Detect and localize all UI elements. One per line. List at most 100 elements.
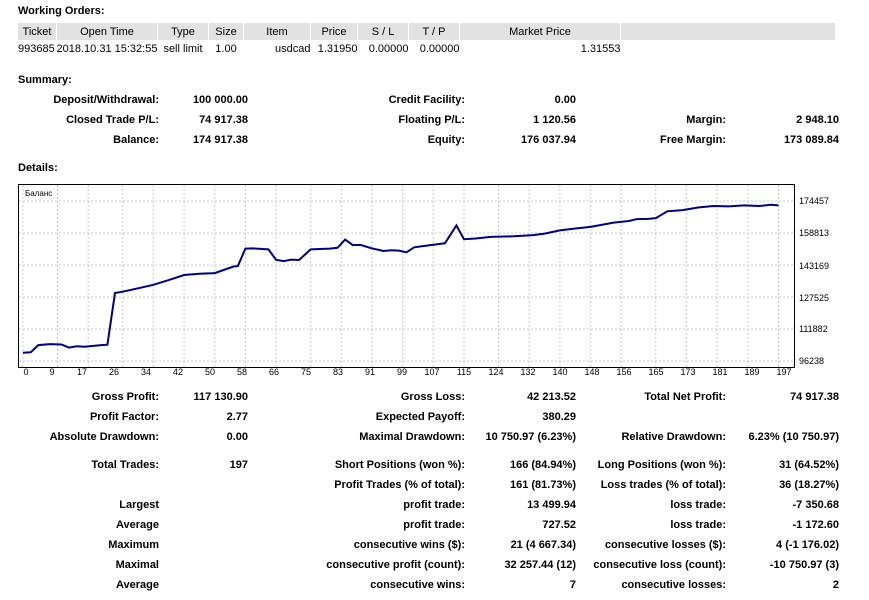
col-type[interactable]: Type (157, 23, 209, 40)
x-tick-label: 181 (712, 367, 728, 377)
x-tick-label: 189 (744, 367, 760, 377)
col-open-time[interactable]: Open Time (56, 23, 158, 40)
cell-type: sell limit (163, 43, 203, 55)
closed-pl-value: 74 917.38 (199, 114, 248, 126)
free-margin-value: 173 089.84 (783, 134, 839, 146)
y-tick-label: 111882 (799, 324, 828, 334)
profit-trades-value: 161 (81.73%) (509, 479, 576, 491)
x-tick-label: 83 (332, 367, 343, 377)
avg-consec-wins-label: consecutive wins: (370, 579, 465, 591)
balance-chart: Баланс (18, 184, 795, 368)
table-row[interactable]: 993685 2018.10.31 15:32:55 sell limit 1.… (18, 40, 836, 58)
col-sl[interactable]: S / L (357, 23, 409, 40)
gross-profit-value: 117 130.90 (193, 391, 248, 403)
x-tick-label: 115 (456, 367, 472, 377)
average2-label: Average (115, 579, 159, 591)
gross-loss-label: Gross Loss: (400, 391, 465, 403)
maximal-consec-loss-value: -10 750.97 (3) (769, 559, 839, 571)
col-market-price[interactable]: Market Price (459, 23, 621, 40)
short-positions-label: Short Positions (won %): (334, 459, 465, 471)
long-positions-label: Long Positions (won %): (597, 459, 726, 471)
credit-value: 0.00 (554, 94, 576, 106)
avg-consec-losses-value: 2 (832, 579, 839, 591)
y-tick-label: 96238 (799, 356, 825, 366)
x-tick-label: 132 (520, 367, 536, 377)
x-tick-label: 58 (236, 367, 247, 377)
maximal-drawdown-value: 10 750.97 (6.23%) (485, 431, 576, 443)
cell-item: usdcad (275, 43, 311, 55)
maximal-consec-loss-label: consecutive loss (count): (593, 559, 726, 571)
free-margin-label: Free Margin: (659, 134, 726, 146)
working-orders-table: Ticket Open Time Type Size Item Price S … (18, 23, 836, 58)
x-tick-label: 140 (552, 367, 568, 377)
x-tick-label: 9 (49, 367, 55, 377)
cell-empty (621, 40, 836, 58)
maximum-label: Maximum (108, 539, 159, 551)
total-trades-value: 197 (229, 459, 248, 471)
x-tick-label: 197 (776, 367, 792, 377)
max-consec-wins-label: consecutive wins ($): (353, 539, 465, 551)
x-tick-label: 66 (268, 367, 279, 377)
credit-label: Credit Facility: (388, 94, 465, 106)
cell-price: 1.31950 (317, 43, 358, 55)
col-tp[interactable]: T / P (408, 23, 460, 40)
col-ticket[interactable]: Ticket (18, 23, 57, 40)
loss-trades-label: Loss trades (% of total): (600, 479, 726, 491)
cell-tp: 0.00000 (419, 43, 460, 55)
total-net-profit-label: Total Net Profit: (644, 391, 726, 403)
relative-drawdown-value: 6.23% (10 750.97) (748, 431, 839, 443)
max-consec-losses-value: 4 (-1 176.02) (776, 539, 839, 551)
maximal-consec-profit-label: consecutive profit (count): (326, 559, 465, 571)
x-tick-label: 42 (172, 367, 183, 377)
x-tick-label: 50 (204, 367, 215, 377)
short-positions-value: 166 (84.94%) (509, 459, 576, 471)
x-tick-label: 107 (424, 367, 440, 377)
average-label: Average (115, 519, 159, 531)
x-tick-label: 156 (616, 367, 632, 377)
x-tick-label: 26 (108, 367, 119, 377)
x-tick-label: 17 (76, 367, 87, 377)
maximal-label: Maximal (115, 559, 159, 571)
gross-loss-value: 42 213.52 (527, 391, 576, 403)
largest-profit-label: profit trade: (403, 499, 465, 511)
max-consec-losses-label: consecutive losses ($): (604, 539, 726, 551)
absolute-drawdown-value: 0.00 (226, 431, 248, 443)
long-positions-value: 31 (64.52%) (779, 459, 839, 471)
deposit-value: 100 000.00 (192, 94, 248, 106)
largest-label: Largest (119, 499, 159, 511)
largest-loss-label: loss trade: (670, 499, 726, 511)
relative-drawdown-label: Relative Drawdown: (621, 431, 726, 443)
x-tick-label: 99 (396, 367, 407, 377)
cell-size: 1.00 (215, 43, 237, 55)
balance-label: Balance: (113, 134, 159, 146)
col-size[interactable]: Size (208, 23, 244, 40)
avg-consec-wins-value: 7 (569, 579, 576, 591)
cell-sl: 0.00000 (368, 43, 409, 55)
total-net-profit-value: 74 917.38 (790, 391, 839, 403)
cell-open-time: 2018.10.31 15:32:55 (56, 43, 158, 55)
margin-value: 2 948.10 (796, 114, 839, 126)
floating-pl-value: 1 120.56 (533, 114, 576, 126)
average-profit-value: 727.52 (542, 519, 576, 531)
avg-consec-losses-label: consecutive losses: (621, 579, 726, 591)
orders-header-row: Ticket Open Time Type Size Item Price S … (18, 23, 836, 40)
x-tick-label: 75 (300, 367, 311, 377)
x-tick-label: 148 (584, 367, 600, 377)
x-tick-label: 0 (23, 367, 29, 377)
largest-loss-value: -7 350.68 (792, 499, 839, 511)
col-item[interactable]: Item (243, 23, 311, 40)
total-trades-label: Total Trades: (91, 459, 159, 471)
maximal-drawdown-label: Maximal Drawdown: (359, 431, 465, 443)
y-tick-label: 158813 (799, 228, 830, 238)
profit-factor-label: Profit Factor: (89, 411, 159, 423)
working-orders-title: Working Orders: (18, 5, 105, 17)
gross-profit-label: Gross Profit: (91, 391, 159, 403)
max-consec-wins-value: 21 (4 667.34) (510, 539, 576, 551)
summary-title: Summary: (18, 74, 72, 86)
deposit-label: Deposit/Withdrawal: (53, 94, 159, 106)
details-title: Details: (18, 162, 58, 174)
y-tick-label: 143169 (799, 261, 830, 271)
col-price[interactable]: Price (310, 23, 358, 40)
chart-plot (19, 185, 794, 367)
cell-market-price: 1.31553 (580, 43, 621, 55)
